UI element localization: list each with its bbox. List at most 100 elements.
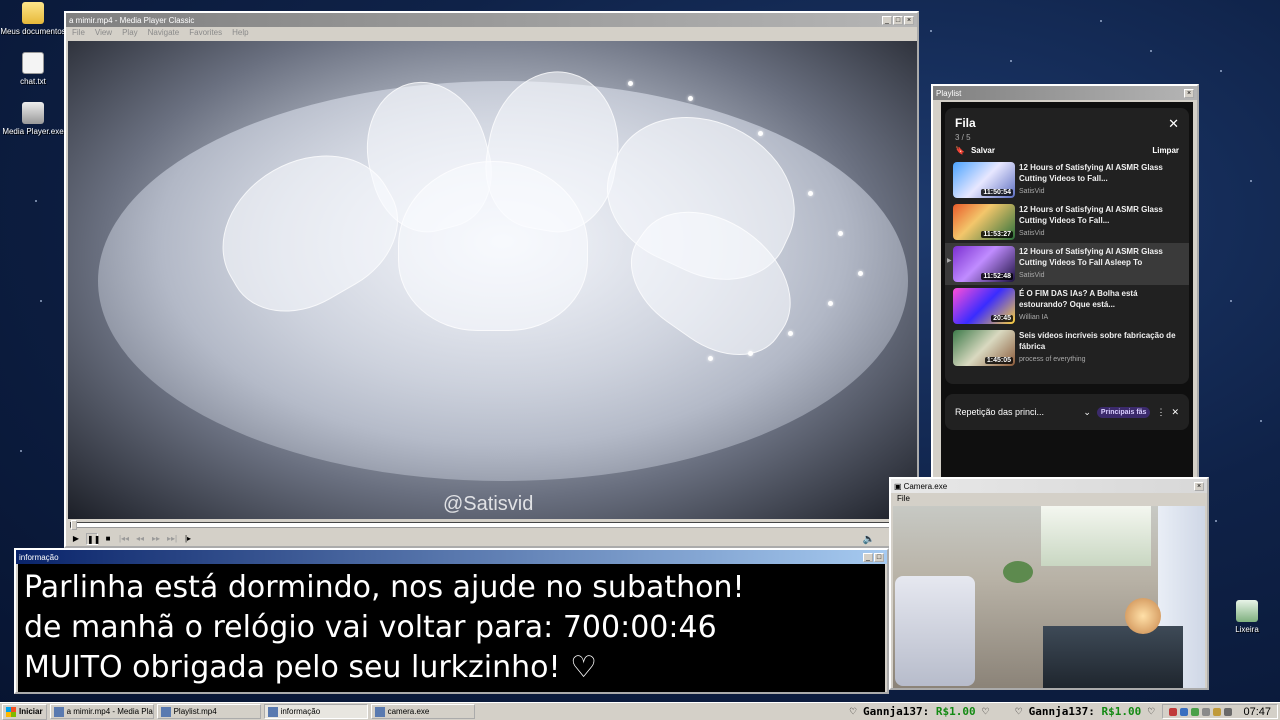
camera-titlebar[interactable]: ▣ Camera.exe × — [891, 479, 1207, 493]
tray-icon[interactable] — [1213, 707, 1222, 716]
camera-window[interactable]: ▣ Camera.exe × File — [889, 477, 1209, 690]
desktop-icon-recycle-bin[interactable]: Lixeira — [1214, 600, 1280, 634]
next-button[interactable]: ▸▸| — [166, 533, 178, 545]
video-title: Seis vídeos incríveis sobre fabricação d… — [1019, 331, 1176, 351]
play-button[interactable]: ▶ — [70, 533, 82, 545]
menu-file[interactable]: File — [72, 28, 85, 37]
heart-icon: ♡ — [849, 705, 863, 718]
queue-item[interactable]: 11:53:27 12 Hours of Satisfying AI ASMR … — [945, 201, 1189, 243]
forward-button[interactable]: ▸▸ — [150, 533, 162, 545]
tray-icon[interactable] — [1202, 707, 1211, 716]
seek-bar[interactable] — [70, 520, 915, 530]
autoplay-bar: Repetição das princi... ⌄ Principais fãs… — [945, 394, 1189, 430]
more-options-icon[interactable]: ⋮ — [1156, 407, 1165, 418]
previous-button[interactable]: |◂◂ — [118, 533, 130, 545]
minimize-button[interactable]: _ — [863, 552, 873, 562]
task-label: a mimir.mp4 - Media Playe... — [66, 707, 153, 716]
task-media-player[interactable]: a mimir.mp4 - Media Playe... — [49, 704, 154, 719]
queue-list-container: Fila 3 / 5 ✕ 🔖 Salvar Limpar 11:50:54 12… — [945, 108, 1189, 384]
bookmark-icon: 🔖 — [955, 146, 965, 155]
system-tray: 07:47 — [1162, 704, 1278, 719]
top-fans-badge[interactable]: Principais fãs — [1096, 406, 1151, 418]
tray-icon[interactable] — [1191, 707, 1200, 716]
start-button[interactable]: Iniciar — [2, 703, 47, 720]
crystal-bead — [758, 131, 763, 136]
armchair — [895, 576, 975, 686]
window-title: informação — [19, 552, 59, 562]
queue-item[interactable]: 11:50:54 12 Hours of Satisfying AI ASMR … — [945, 159, 1189, 201]
menu-file[interactable]: File — [897, 494, 910, 503]
speaker-icon[interactable] — [1224, 707, 1233, 716]
desktop-icon-label: Lixeira — [1235, 625, 1259, 634]
tray-icon[interactable] — [1169, 707, 1178, 716]
volume-icon[interactable]: 🔈 — [863, 534, 875, 545]
ticker-amount: R$1.00 — [1101, 705, 1142, 718]
recycle-bin-icon — [1236, 600, 1258, 622]
crystal-bead — [788, 331, 793, 336]
heart-icon: ♡ — [1015, 705, 1029, 718]
chevron-down-icon[interactable]: ⌄ — [1083, 407, 1091, 418]
queue-item[interactable]: 1:45:05 Seis vídeos incríveis sobre fabr… — [945, 327, 1189, 369]
info-message: Parlinha está dormindo, nos ajude no sub… — [18, 564, 885, 692]
video-title: 12 Hours of Satisfying AI ASMR Glass Cut… — [1019, 247, 1163, 267]
menu-play[interactable]: Play — [122, 28, 138, 37]
playlist-window[interactable]: Playlist × Fila 3 / 5 ✕ 🔖 Salvar Limpar … — [931, 84, 1199, 484]
media-player-titlebar[interactable]: a mimir.mp4 - Media Player Classic _ □ × — [66, 13, 917, 27]
crystal-bead — [688, 96, 693, 101]
pause-button[interactable]: ❚❚ — [86, 533, 100, 545]
task-label: camera.exe — [387, 707, 430, 716]
playlist-titlebar[interactable]: Playlist × — [933, 86, 1197, 100]
menu-help[interactable]: Help — [232, 28, 248, 37]
menu-view[interactable]: View — [95, 28, 112, 37]
maximize-button[interactable]: □ — [893, 15, 903, 25]
clock[interactable]: 07:47 — [1243, 706, 1271, 718]
channel-name: SatisVid — [1019, 188, 1045, 195]
save-button[interactable]: 🔖 Salvar — [955, 146, 995, 155]
console-icon — [267, 706, 278, 717]
queue-item[interactable]: 20:45 É O FIM DAS IAs? A Bolha está esto… — [945, 285, 1189, 327]
video-area[interactable]: @Satisvid — [68, 41, 917, 519]
tray-icon[interactable] — [1180, 707, 1189, 716]
video-thumbnail: 11:50:54 — [953, 162, 1015, 198]
clear-button[interactable]: Limpar — [1152, 146, 1179, 155]
crystal-bead — [858, 271, 863, 276]
desktop-icon-media-player[interactable]: Media Player.exe — [0, 102, 66, 136]
menu-favorites[interactable]: Favorites — [189, 28, 222, 37]
media-player-window[interactable]: a mimir.mp4 - Media Player Classic _ □ ×… — [64, 11, 919, 548]
petal — [398, 161, 588, 331]
ticker-amount: R$1.00 — [935, 705, 976, 718]
video-thumbnail: 1:45:05 — [953, 330, 1015, 366]
close-button[interactable]: × — [1194, 481, 1204, 491]
queue-item-current[interactable]: ▶ 11:52:48 12 Hours of Satisfying AI ASM… — [945, 243, 1189, 285]
task-camera[interactable]: camera.exe — [370, 704, 475, 719]
camera-menu-bar: File — [891, 493, 1207, 504]
frame-step-button[interactable]: |▸ — [182, 533, 194, 545]
start-label: Iniciar — [19, 707, 43, 716]
task-label: informação — [280, 707, 321, 716]
windows-logo-icon — [6, 706, 16, 717]
desktop-icon-chat[interactable]: chat.txt — [0, 52, 66, 86]
crystal-bead — [628, 81, 633, 86]
window-title: Playlist — [936, 88, 962, 98]
close-icon[interactable]: ✕ — [1171, 407, 1179, 418]
rewind-button[interactable]: ◂◂ — [134, 533, 146, 545]
repeat-dropdown[interactable]: Repetição das princi... — [955, 407, 1077, 417]
menu-navigate[interactable]: Navigate — [148, 28, 180, 37]
task-info[interactable]: informação — [263, 704, 368, 719]
close-button[interactable]: × — [1184, 88, 1194, 98]
stop-button[interactable]: ■ — [102, 533, 114, 545]
queue-panel: Fila 3 / 5 ✕ 🔖 Salvar Limpar 11:50:54 12… — [941, 102, 1193, 482]
maximize-button[interactable]: □ — [874, 552, 884, 562]
heart-icon: ♡ — [982, 705, 989, 718]
close-icon[interactable]: ✕ — [1168, 116, 1179, 132]
task-playlist[interactable]: Playlist.mp4 — [156, 704, 261, 719]
heart-icon: ♡ — [1147, 705, 1155, 718]
seek-handle[interactable] — [71, 520, 77, 530]
close-button[interactable]: × — [904, 15, 914, 25]
text-file-icon — [22, 52, 44, 74]
info-titlebar[interactable]: informação _ □ — [16, 550, 887, 564]
minimize-button[interactable]: _ — [882, 15, 892, 25]
crystal-bead — [808, 191, 813, 196]
desktop-icon-documents[interactable]: Meus documentos — [0, 2, 66, 36]
info-window[interactable]: informação _ □ Parlinha está dormindo, n… — [14, 548, 889, 694]
